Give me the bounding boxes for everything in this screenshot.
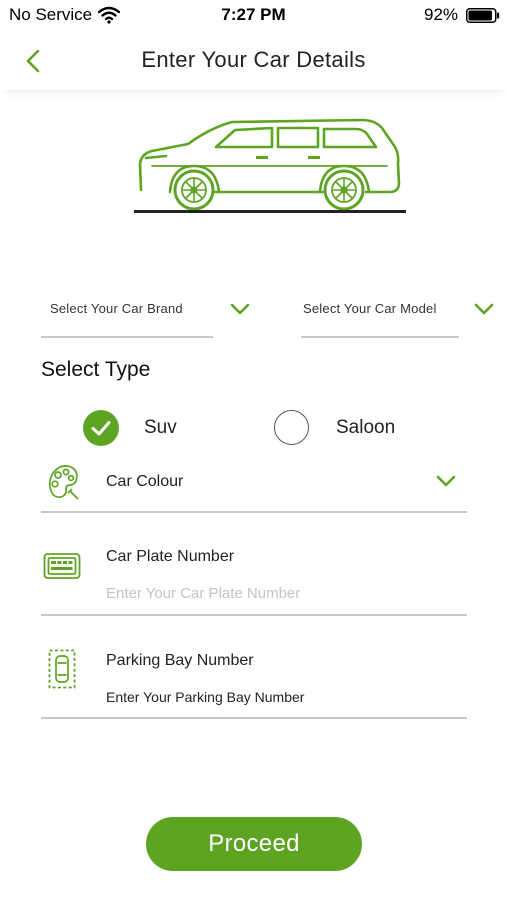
plate-underline [41,614,467,616]
battery-icon [466,8,500,23]
palette-icon [48,465,79,500]
saloon-label[interactable]: Saloon [336,417,395,439]
suv-radio[interactable] [83,410,119,446]
saloon-radio[interactable] [274,410,309,445]
car-illustration-icon [134,118,406,213]
plate-number-input[interactable] [106,582,446,604]
colour-underline [41,511,467,513]
car-colour-dropdown[interactable]: Car Colour [106,473,183,491]
car-model-dropdown[interactable]: Select Your Car Model [303,301,437,316]
parking-bay-input[interactable] [106,686,446,708]
parking-bay-icon [48,649,76,689]
brand-underline [41,336,213,338]
status-bar: No Service 7:27 PM 92% [0,0,507,30]
select-type-heading: Select Type [41,358,151,381]
parking-underline [41,717,467,719]
proceed-button[interactable]: Proceed [146,817,362,871]
battery-percent: 92% [424,5,459,24]
chevron-down-icon[interactable] [474,302,494,316]
model-underline [301,336,459,338]
page-title: Enter Your Car Details [141,47,366,72]
chevron-down-icon[interactable] [230,302,250,316]
suv-label[interactable]: Suv [144,417,177,439]
parking-bay-label: Parking Bay Number [106,652,254,669]
plate-number-label: Car Plate Number [106,548,235,565]
chevron-down-icon[interactable] [436,474,456,488]
checkmark-icon [91,421,111,436]
license-plate-icon [43,553,81,579]
car-brand-dropdown[interactable]: Select Your Car Brand [50,301,183,316]
